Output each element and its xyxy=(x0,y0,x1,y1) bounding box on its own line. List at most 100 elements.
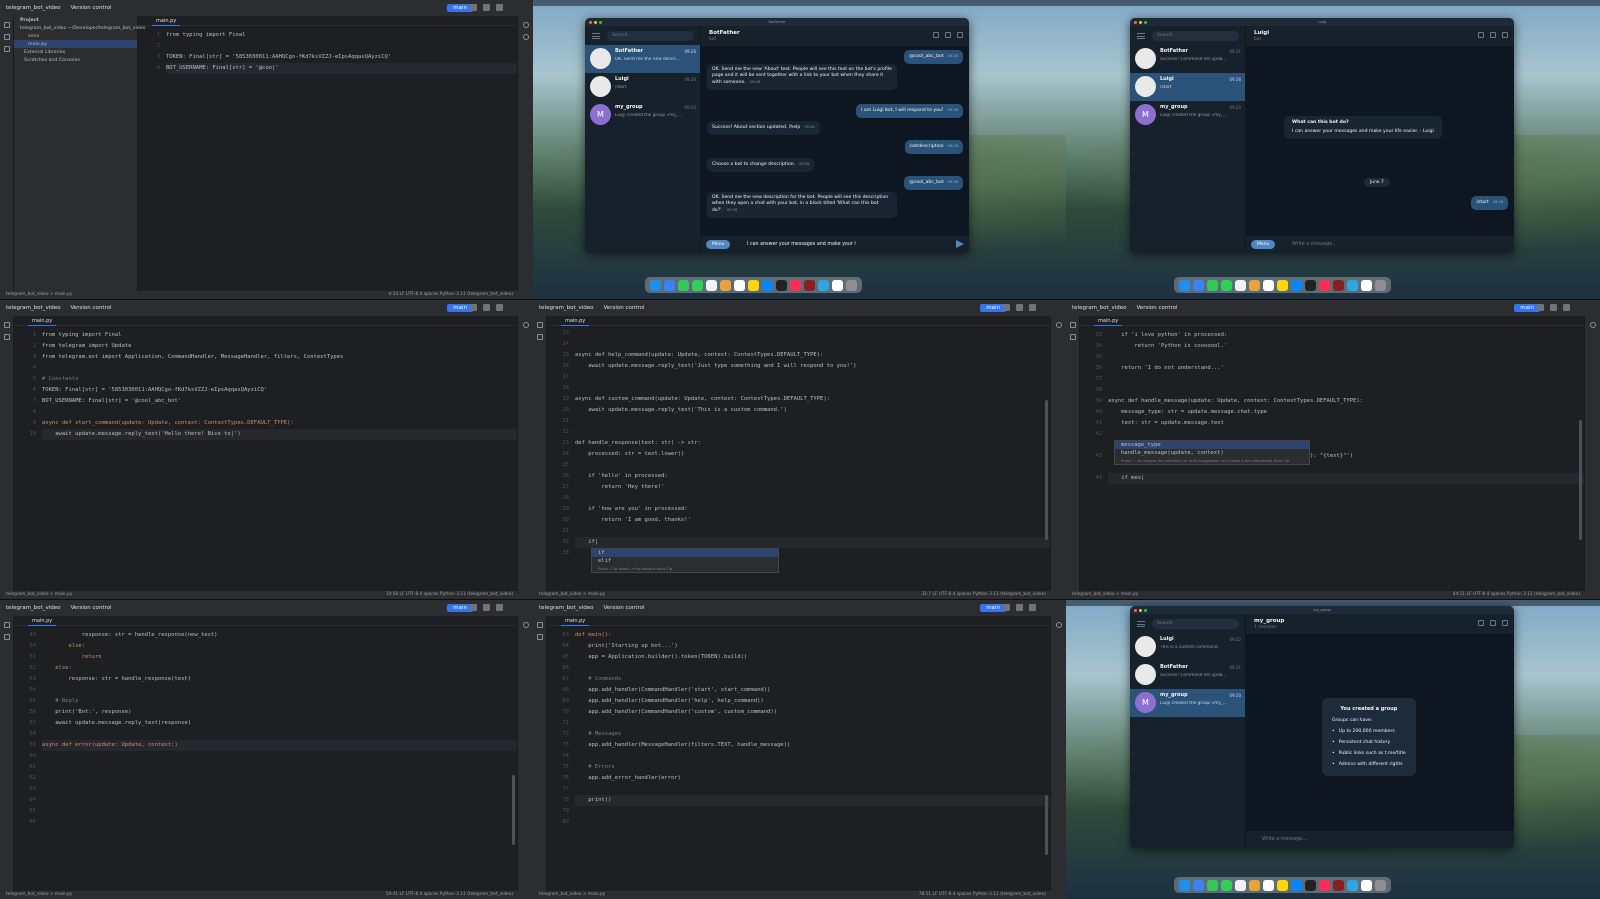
calendar-icon[interactable] xyxy=(1235,279,1246,291)
zoom-icon[interactable] xyxy=(1144,608,1147,612)
status-breadcrumb[interactable]: telegram_bot_video > main.py xyxy=(6,292,72,297)
folder-icon[interactable] xyxy=(3,622,10,628)
more-icon[interactable] xyxy=(1029,304,1036,311)
notifications-icon[interactable] xyxy=(1055,322,1062,328)
photos-icon[interactable] xyxy=(1249,279,1260,291)
trash-icon[interactable] xyxy=(1375,279,1386,291)
vcs-menu[interactable]: Version control xyxy=(603,605,644,611)
more-icon[interactable] xyxy=(1502,620,1508,626)
trash-icon[interactable] xyxy=(1375,879,1386,891)
code-editor[interactable]: 1 from typing import Final 2 3 TOKEN: Fina… xyxy=(138,30,517,289)
safari-icon[interactable] xyxy=(664,279,675,291)
run-icon[interactable] xyxy=(470,304,477,311)
folder-icon[interactable] xyxy=(536,622,543,628)
more-icon[interactable] xyxy=(496,604,503,611)
more-icon[interactable] xyxy=(496,4,503,11)
finder-icon[interactable] xyxy=(650,279,661,291)
facetime-icon[interactable] xyxy=(692,279,703,291)
editor-scrollbar[interactable] xyxy=(512,775,515,845)
vcs-menu[interactable]: Version control xyxy=(70,305,111,311)
run-icon[interactable] xyxy=(1003,304,1010,311)
send-icon[interactable] xyxy=(956,240,964,248)
sidebar-icon[interactable] xyxy=(945,32,951,38)
more-icon[interactable] xyxy=(3,46,10,52)
chat-item-botfather[interactable]: BotFather 09:31 Success! Command list upda… xyxy=(1130,661,1245,689)
editor-scrollbar[interactable] xyxy=(1579,420,1582,540)
tree-item-main[interactable]: main.py xyxy=(14,40,137,48)
completion-item[interactable]: message_type xyxy=(1115,441,1309,449)
notifications-icon[interactable] xyxy=(1589,322,1596,328)
status-breadcrumb[interactable]: telegram_bot_video > main.py xyxy=(6,892,72,897)
message-input[interactable]: I can answer your messages and make your… xyxy=(747,242,856,247)
telegram-icon[interactable] xyxy=(1347,879,1358,891)
notifications-icon[interactable] xyxy=(522,22,529,28)
search-icon[interactable] xyxy=(933,32,939,38)
minimize-icon[interactable] xyxy=(594,20,597,24)
appstore-icon[interactable] xyxy=(762,279,773,291)
folder-icon[interactable] xyxy=(1069,322,1076,328)
vcs-menu[interactable]: Version control xyxy=(603,305,644,311)
message-input[interactable]: Write a message... xyxy=(1262,837,1307,842)
pycharm-icon[interactable] xyxy=(1361,879,1372,891)
close-icon[interactable] xyxy=(1134,608,1137,612)
run-icon[interactable] xyxy=(1537,304,1544,311)
debug-icon[interactable] xyxy=(483,304,490,311)
structure-icon[interactable] xyxy=(3,334,10,340)
vcs-menu[interactable]: Version control xyxy=(1136,305,1177,311)
status-breadcrumb[interactable]: telegram_bot_video > main.py xyxy=(6,592,72,597)
structure-icon[interactable] xyxy=(1069,334,1076,340)
project-switcher[interactable]: telegram_bot_video xyxy=(539,305,593,311)
search-icon[interactable] xyxy=(1478,620,1484,626)
notifications-icon[interactable] xyxy=(522,322,529,328)
zoom-icon[interactable] xyxy=(1144,20,1147,24)
terminal-icon[interactable] xyxy=(776,279,787,291)
chat-item-my-group[interactable]: Mmy_group 09:20 Luigi created the group «m… xyxy=(1130,101,1245,129)
status-breadcrumb[interactable]: telegram_bot_video > main.py xyxy=(539,892,605,897)
sidebar-icon[interactable] xyxy=(1490,32,1496,38)
notes-icon[interactable] xyxy=(734,279,745,291)
photos-icon[interactable] xyxy=(1249,879,1260,891)
finder-icon[interactable] xyxy=(1179,279,1190,291)
debug-icon[interactable] xyxy=(1016,604,1023,611)
status-breadcrumb[interactable]: telegram_bot_video > main.py xyxy=(539,592,605,597)
search-input[interactable]: Search xyxy=(1152,619,1239,629)
tree-item-venv[interactable]: venv xyxy=(14,32,137,40)
chat-item-botfather[interactable]: BotFather 09:31 Success! Command list upda… xyxy=(1130,45,1245,73)
chat-item-luigi[interactable]: Luigi 09:26/start xyxy=(1130,73,1245,101)
debug-icon[interactable] xyxy=(483,604,490,611)
illustrator-icon[interactable] xyxy=(1333,279,1344,291)
search-input[interactable]: Search xyxy=(607,31,694,41)
tab-main-py[interactable]: main.py xyxy=(561,618,590,626)
menu-icon[interactable] xyxy=(592,33,600,39)
chat-item-luigi[interactable]: Luigi 09:26/start xyxy=(585,73,700,101)
chat-item-botfather[interactable]: BotFather 09:26 OK. Send me the new descri… xyxy=(585,45,700,73)
stickies-icon[interactable] xyxy=(748,279,759,291)
project-switcher[interactable]: telegram_bot_video xyxy=(539,605,593,611)
tab-main-py[interactable]: main.py xyxy=(1094,318,1123,326)
menu-icon[interactable] xyxy=(1137,33,1145,39)
zoom-icon[interactable] xyxy=(599,20,602,24)
stickies-icon[interactable] xyxy=(1277,279,1288,291)
project-switcher[interactable]: telegram_bot_video xyxy=(6,305,60,311)
photos-icon[interactable] xyxy=(720,279,731,291)
tab-main-py[interactable]: main.py xyxy=(152,18,181,26)
status-info[interactable]: 44:11 LF UTF-8 4 spaces Python 3.11 (tel… xyxy=(1453,591,1580,599)
messages-icon[interactable] xyxy=(678,279,689,291)
menu-button[interactable]: Menu xyxy=(1251,240,1276,249)
terminal-icon[interactable] xyxy=(1305,279,1316,291)
notes-icon[interactable] xyxy=(1263,879,1274,891)
code-editor[interactable]: 1 from typing import Final 2 from telegram… xyxy=(14,330,517,589)
tree-item-scratches[interactable]: Scratches and Consoles xyxy=(14,56,137,64)
close-icon[interactable] xyxy=(1134,20,1137,24)
pycharm-icon[interactable] xyxy=(832,279,843,291)
structure-icon[interactable] xyxy=(3,34,10,40)
menu-icon[interactable] xyxy=(1137,621,1145,627)
notifications-icon[interactable] xyxy=(1055,622,1062,628)
messages-icon[interactable] xyxy=(1207,879,1218,891)
code-editor[interactable]: 63 def main(): 64 print('Starting up bot.… xyxy=(547,630,1050,889)
database-icon[interactable] xyxy=(522,34,529,40)
vcs-menu[interactable]: Version control xyxy=(70,5,111,11)
chat-item-my-group[interactable]: Mmy_group 09:20 Luigi created the group «m… xyxy=(585,101,700,129)
run-icon[interactable] xyxy=(1003,604,1010,611)
folder-icon[interactable] xyxy=(536,322,543,328)
